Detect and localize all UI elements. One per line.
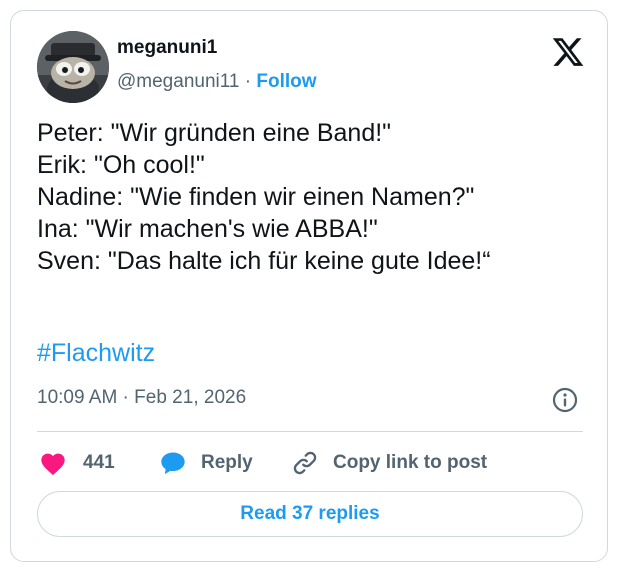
avatar-image xyxy=(37,31,109,103)
tweet-line: Nadine: "Wie finden wir einen Namen?" xyxy=(37,183,475,211)
heart-icon xyxy=(41,453,65,476)
tweet-line: Erik: "Oh cool!" xyxy=(37,151,205,179)
tweet-timestamp[interactable]: 10:09 AM · Feb 21, 2026 xyxy=(37,387,246,409)
like-button[interactable]: 441 xyxy=(39,447,115,479)
info-icon[interactable] xyxy=(551,386,579,414)
copy-link-label: Copy link to post xyxy=(333,452,488,473)
speech-bubble-icon xyxy=(161,452,185,475)
link-icon xyxy=(293,451,317,475)
tweet-line: Ina: "Wir machen's wie ABBA!" xyxy=(37,215,378,243)
divider xyxy=(37,431,583,432)
like-count: 441 xyxy=(83,452,115,473)
reply-button[interactable]: Reply xyxy=(159,447,253,479)
tweet-line: Peter: "Wir gründen eine Band!" xyxy=(37,119,392,147)
avatar[interactable] xyxy=(37,31,109,103)
read-replies-button[interactable]: Read 37 replies xyxy=(37,491,583,537)
hashtag-link[interactable]: #Flachwitz xyxy=(37,339,155,368)
author-handle-row: @meganuni11 · Follow xyxy=(117,71,317,93)
tweet-text: Peter: "Wir gründen eine Band!" Erik: "O… xyxy=(37,117,597,277)
follow-button[interactable]: Follow xyxy=(256,71,316,92)
tweet-card: meganuni1 @meganuni11 · Follow Peter: "W… xyxy=(10,10,608,562)
copy-link-button[interactable]: Copy link to post xyxy=(291,447,487,479)
author-handle[interactable]: @meganuni11 xyxy=(117,71,239,92)
author-display-name[interactable]: meganuni1 xyxy=(117,37,217,59)
handle-separator: · xyxy=(239,71,257,92)
x-logo-icon[interactable] xyxy=(551,35,585,69)
reply-label: Reply xyxy=(201,452,253,473)
tweet-line: Sven: "Das halte ich für keine gute Idee… xyxy=(37,247,491,275)
